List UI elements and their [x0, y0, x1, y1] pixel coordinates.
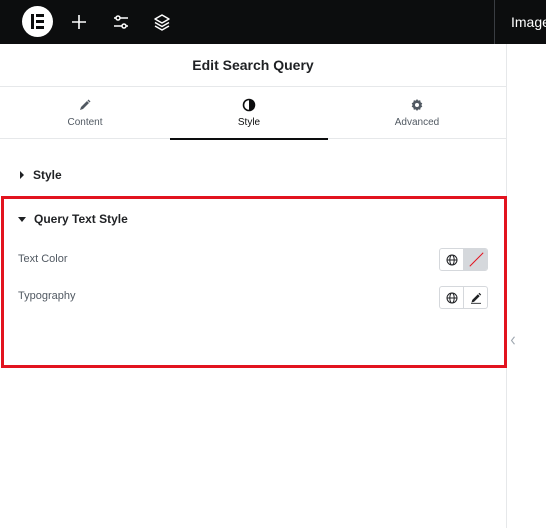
tab-content-label: Content: [67, 117, 103, 128]
text-color-label: Text Color: [18, 253, 68, 265]
panel-header: Edit Search Query: [0, 44, 506, 87]
caret-right-icon: [20, 171, 24, 179]
tab-style-label: Style: [237, 117, 261, 128]
topbar-divider: [494, 0, 495, 44]
section-query-text-style-title: Query Text Style: [34, 212, 128, 226]
plus-icon[interactable]: [68, 11, 90, 33]
typography-control: [439, 286, 488, 309]
pencil-icon: [78, 98, 92, 112]
preview-area: [507, 44, 546, 528]
tab-style[interactable]: Style: [170, 87, 328, 140]
gear-icon: [410, 98, 424, 112]
text-color-control: [439, 248, 488, 271]
typography-label: Typography: [18, 290, 76, 302]
pencil-icon[interactable]: [463, 287, 487, 308]
document-name[interactable]: Image: [511, 14, 546, 30]
color-swatch-empty[interactable]: [463, 249, 487, 270]
elementor-logo-icon[interactable]: [22, 6, 53, 37]
section-style-title: Style: [33, 168, 62, 182]
section-style-toggle[interactable]: Style: [20, 168, 62, 182]
globe-icon[interactable]: [440, 287, 463, 308]
sliders-icon[interactable]: [110, 11, 132, 33]
panel-collapse-handle[interactable]: [507, 320, 519, 360]
panel-tabs: Content Style Advanced: [0, 87, 506, 140]
tab-content[interactable]: Content: [0, 87, 170, 139]
globe-icon[interactable]: [440, 249, 463, 270]
panel-title: Edit Search Query: [192, 57, 314, 73]
tab-advanced-label: Advanced: [394, 117, 440, 128]
editor-panel: Edit Search Query Content Style Advanced…: [0, 44, 507, 528]
layers-icon[interactable]: [151, 11, 173, 33]
tab-advanced[interactable]: Advanced: [328, 87, 506, 139]
section-query-text-style-toggle[interactable]: Query Text Style: [18, 212, 128, 226]
half-circle-icon: [242, 98, 256, 112]
caret-down-icon: [18, 216, 26, 222]
top-bar: Image: [0, 0, 546, 44]
